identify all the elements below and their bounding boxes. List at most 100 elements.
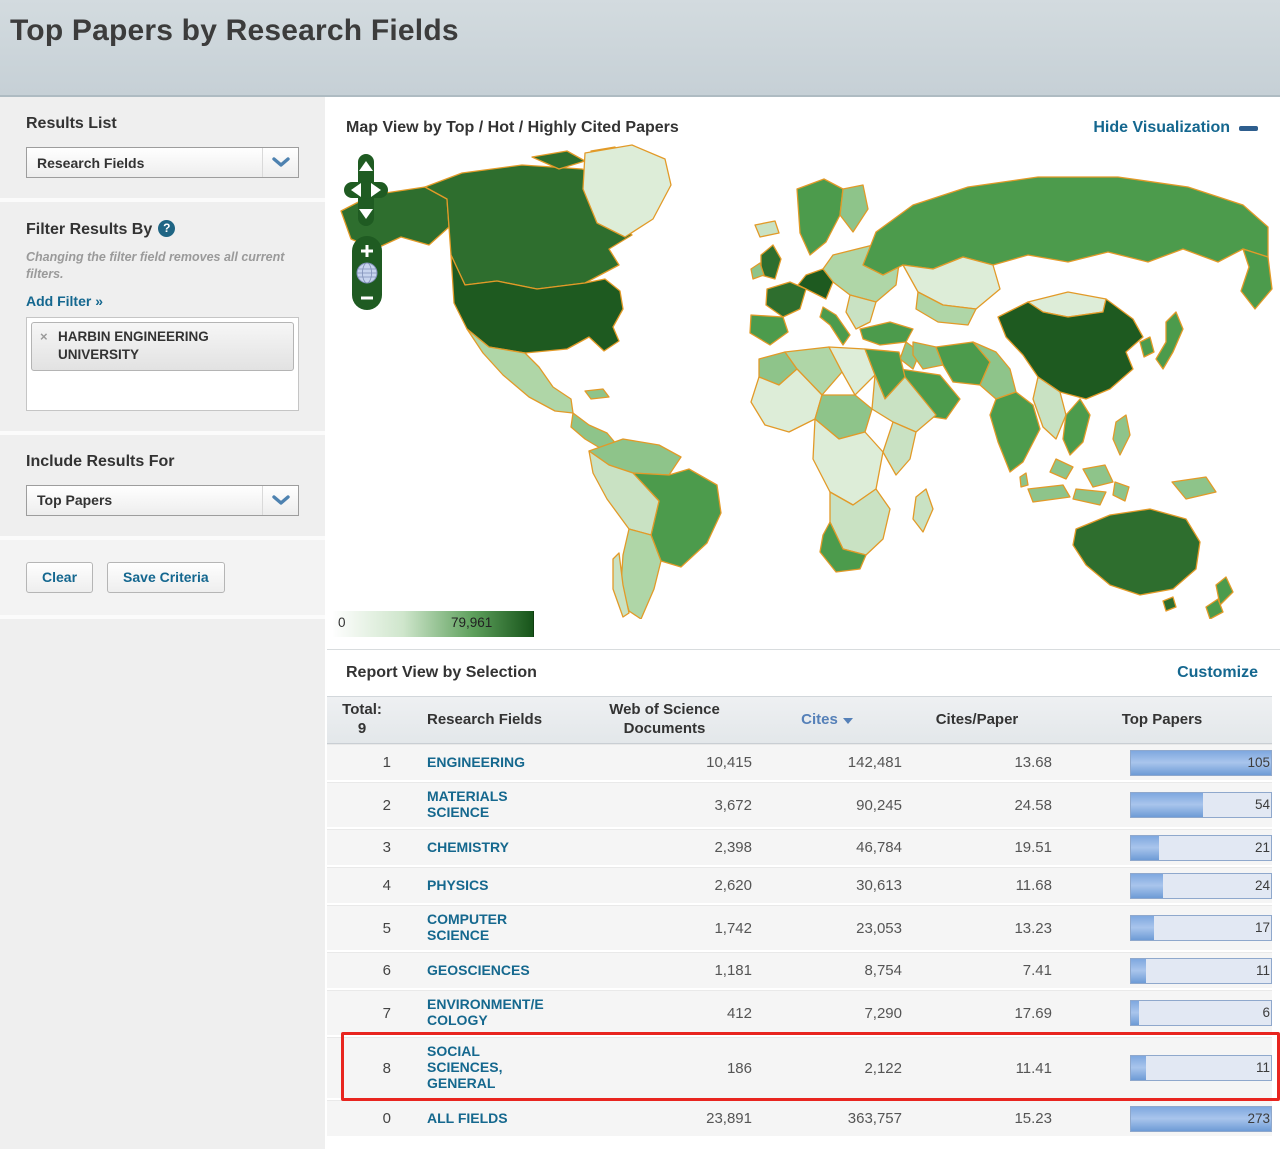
research-field-link[interactable]: COMPUTER SCIENCE — [427, 911, 547, 943]
country-madagascar[interactable] — [913, 489, 933, 532]
country-sri-lanka[interactable] — [1020, 473, 1028, 487]
country-japan[interactable] — [1156, 312, 1183, 369]
rank-cell: 1 — [327, 754, 397, 771]
country-malaysia[interactable] — [1050, 459, 1073, 479]
world-map-svg — [327, 139, 1274, 619]
top-papers-cell: 273 — [1052, 1106, 1272, 1132]
top-papers-cell: 54 — [1052, 792, 1272, 818]
top-papers-cell: 105 — [1052, 750, 1272, 776]
research-field-link[interactable]: SOCIAL SCIENCES, GENERAL — [427, 1043, 547, 1091]
country-australia[interactable] — [1073, 509, 1200, 595]
results-list-select[interactable]: Research Fields — [26, 147, 299, 178]
legend-min-value: 0 — [338, 615, 346, 630]
field-cell: PHYSICS — [397, 872, 577, 900]
map-zoom-control[interactable] — [352, 236, 382, 310]
active-filters-box: × HARBIN ENGINEERING UNIVERSITY — [26, 317, 299, 411]
column-header-cites-per-paper[interactable]: Cites/Paper — [902, 707, 1052, 734]
top-papers-bar: 54 — [1130, 792, 1272, 818]
country-borneo[interactable] — [1083, 465, 1113, 487]
cites-cell: 142,481 — [752, 754, 902, 771]
country-indonesia[interactable] — [1073, 489, 1106, 505]
country-india[interactable] — [990, 392, 1040, 472]
hide-visualization-link[interactable]: Hide Visualization — [1093, 119, 1258, 137]
country-korea[interactable] — [1140, 337, 1154, 357]
research-field-link[interactable]: ENGINEERING — [427, 754, 547, 770]
country-france[interactable] — [766, 282, 806, 317]
wos-documents-cell: 2,398 — [577, 839, 752, 856]
cites-cell: 363,757 — [752, 1110, 902, 1127]
cites-per-paper-cell: 13.68 — [902, 754, 1052, 771]
country-indonesia[interactable] — [1028, 485, 1070, 502]
top-papers-bar-fill — [1131, 1056, 1146, 1080]
field-cell: ENGINEERING — [397, 749, 577, 777]
world-map[interactable]: 0 79,961 — [327, 139, 1280, 639]
country-new-guinea[interactable] — [1172, 477, 1216, 499]
table-row: 4 PHYSICS 2,620 30,613 11.68 24 — [327, 867, 1272, 905]
report-table-body: 1 ENGINEERING 10,415 142,481 13.68 105 2… — [327, 744, 1272, 1138]
results-list-section: Results List Research Fields — [0, 97, 325, 202]
wos-documents-cell: 412 — [577, 1005, 752, 1022]
rank-cell: 0 — [327, 1110, 397, 1127]
country-finland[interactable] — [840, 185, 868, 232]
rank-cell: 2 — [327, 797, 397, 814]
clear-button[interactable]: Clear — [26, 562, 93, 593]
top-papers-value: 21 — [1255, 840, 1270, 855]
rank-cell: 5 — [327, 920, 397, 937]
top-papers-bar: 24 — [1130, 873, 1272, 899]
field-cell: MATERIALS SCIENCE — [397, 783, 577, 827]
top-papers-cell: 11 — [1052, 1055, 1272, 1081]
report-view-title: Report View by Selection — [346, 664, 537, 682]
criteria-buttons: Clear Save Criteria — [0, 540, 325, 619]
research-field-link[interactable]: CHEMISTRY — [427, 839, 547, 855]
research-field-link[interactable]: GEOSCIENCES — [427, 962, 547, 978]
rank-cell: 6 — [327, 962, 397, 979]
top-papers-bar-fill — [1131, 1001, 1139, 1025]
country-east-africa[interactable] — [883, 422, 916, 475]
research-field-link[interactable]: PHYSICS — [427, 877, 547, 893]
research-field-link[interactable]: ENVIRONMENT/ECOLOGY — [427, 996, 547, 1028]
country-italy[interactable] — [820, 307, 850, 345]
cites-per-paper-cell: 17.69 — [902, 1005, 1052, 1022]
wos-documents-cell: 23,891 — [577, 1110, 752, 1127]
table-row: 2 MATERIALS SCIENCE 3,672 90,245 24.58 5… — [327, 782, 1272, 829]
country-scandinavia[interactable] — [797, 179, 843, 255]
filter-note: Changing the filter field removes all cu… — [26, 249, 299, 283]
rank-cell: 3 — [327, 839, 397, 856]
country-cuba[interactable] — [585, 389, 609, 399]
column-header-top-papers[interactable]: Top Papers — [1052, 707, 1272, 734]
remove-filter-icon[interactable]: × — [40, 329, 48, 344]
filter-section: Filter Results By? Changing the filter f… — [0, 202, 325, 435]
top-papers-bar-fill — [1131, 959, 1146, 983]
customize-link[interactable]: Customize — [1177, 664, 1258, 682]
save-criteria-button[interactable]: Save Criteria — [107, 562, 225, 593]
wos-documents-cell: 3,672 — [577, 797, 752, 814]
country-turkey[interactable] — [860, 322, 913, 345]
column-header-research-fields[interactable]: Research Fields — [397, 707, 577, 734]
research-field-link[interactable]: ALL FIELDS — [427, 1110, 547, 1126]
country-vietnam[interactable] — [1063, 399, 1090, 455]
cites-cell: 90,245 — [752, 797, 902, 814]
country-iceland[interactable] — [755, 221, 779, 237]
include-results-select[interactable]: Top Papers — [26, 485, 299, 516]
help-icon[interactable]: ? — [158, 220, 175, 237]
country-russia[interactable] — [863, 177, 1268, 275]
sidebar: Results List Research Fields Filter Resu… — [0, 97, 325, 1147]
wos-documents-cell: 1,742 — [577, 920, 752, 937]
column-header-cites[interactable]: Cites — [752, 707, 902, 734]
research-field-link[interactable]: MATERIALS SCIENCE — [427, 788, 547, 820]
country-russia-east[interactable] — [1241, 249, 1272, 309]
page-title: Top Papers by Research Fields — [10, 14, 1280, 48]
top-papers-bar-fill — [1131, 916, 1154, 940]
column-header-wos-documents[interactable]: Web of Science Documents — [577, 697, 752, 743]
legend-max-value: 79,961 — [451, 615, 492, 630]
add-filter-link[interactable]: Add Filter » — [26, 293, 103, 309]
country-sulawesi[interactable] — [1113, 482, 1129, 501]
table-row: 7 ENVIRONMENT/ECOLOGY 412 7,290 17.69 6 — [327, 990, 1272, 1037]
country-philippines[interactable] — [1113, 415, 1130, 455]
cites-cell: 46,784 — [752, 839, 902, 856]
country-tasmania[interactable] — [1163, 597, 1176, 611]
top-papers-bar: 11 — [1130, 1055, 1272, 1081]
cites-cell: 8,754 — [752, 962, 902, 979]
country-spain[interactable] — [750, 315, 788, 345]
world-map-countries — [341, 145, 1272, 619]
